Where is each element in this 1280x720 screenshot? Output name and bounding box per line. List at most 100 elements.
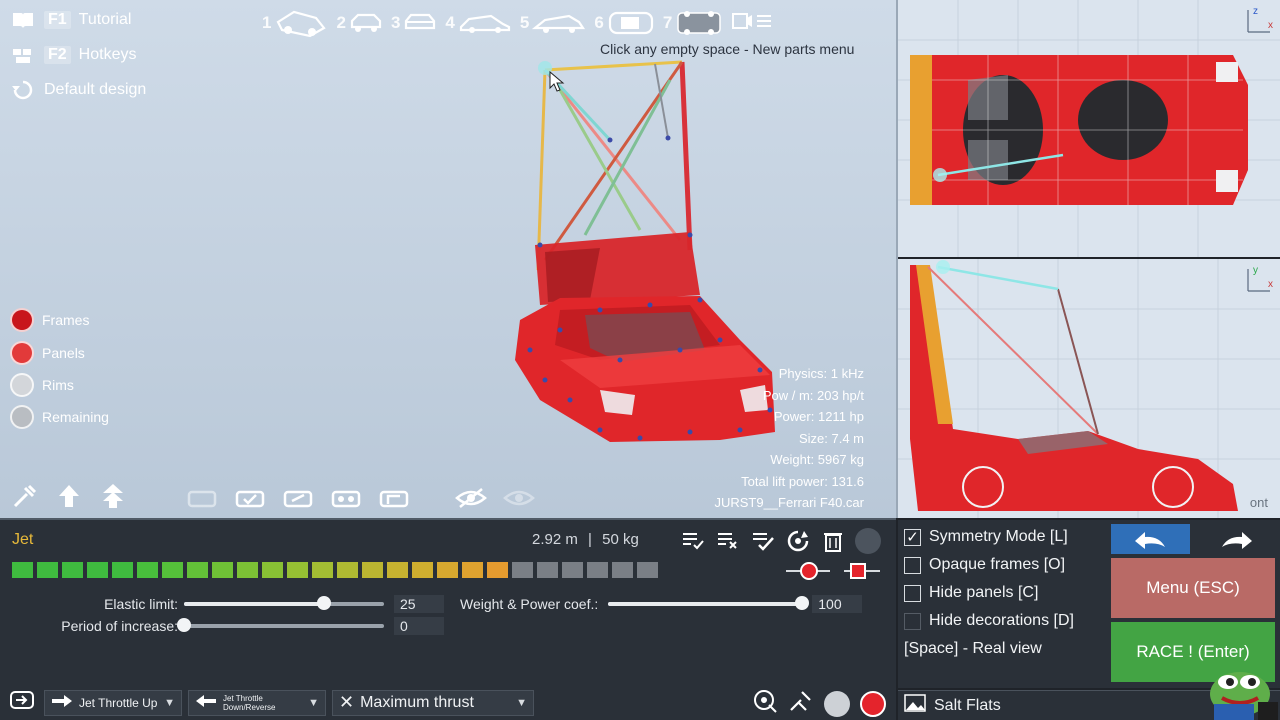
rotate-icon[interactable]: [785, 528, 811, 554]
car-side-projection: y x: [898, 259, 1280, 518]
delete-icon[interactable]: [820, 528, 846, 554]
strength-segment: [162, 562, 183, 578]
view-tab-3[interactable]: 3: [391, 11, 437, 35]
hide-eye-icon[interactable]: [454, 484, 488, 512]
elastic-limit-fill: [184, 602, 324, 606]
symmetry-mode-checkbox[interactable]: ✓: [904, 528, 921, 546]
red-color-swatch[interactable]: [860, 690, 886, 717]
car-editor: F1 Tutorial F2 Hotkeys Default design 1 …: [0, 0, 1280, 720]
default-design-menu-item[interactable]: Default design: [10, 79, 146, 101]
weight-power-slider[interactable]: [608, 596, 810, 610]
show-eye-icon[interactable]: [502, 484, 536, 512]
strength-segment: [612, 562, 633, 578]
double-arrow-up-icon[interactable]: [96, 482, 130, 510]
elastic-limit-value[interactable]: 25: [394, 595, 444, 613]
weight-power-value[interactable]: 100: [812, 595, 863, 613]
stat-physics: Physics: 1 kHz: [778, 366, 864, 381]
chevron-down-icon: ▼: [516, 696, 527, 709]
paint-tools: [752, 688, 886, 719]
part-tool-4-icon[interactable]: [330, 484, 364, 512]
hide-panels-checkbox[interactable]: [904, 584, 921, 602]
stop-button[interactable]: [850, 563, 866, 579]
svg-text:z: z: [1253, 6, 1258, 17]
view-tab-2[interactable]: 2: [336, 11, 382, 35]
part-tool-5-icon[interactable]: [378, 484, 412, 512]
toggle-view-icon[interactable]: [731, 10, 773, 37]
paint-reset-icon[interactable]: [752, 688, 778, 719]
strength-segment: [587, 562, 608, 578]
hide-decorations-option[interactable]: Hide decorations [D]: [904, 612, 1074, 630]
grey-color-swatch[interactable]: [824, 690, 850, 717]
side-ortho-view[interactable]: y x ont: [898, 259, 1280, 518]
tutorial-key: F1: [44, 11, 71, 29]
undo-button[interactable]: [1111, 524, 1190, 554]
strength-segment: [362, 562, 383, 578]
throttle-down-select[interactable]: Jet Throttle Down/Reverse ▼: [188, 689, 326, 716]
brush-icon[interactable]: [788, 688, 814, 719]
strength-segment: [312, 562, 333, 578]
strength-segment: [437, 562, 458, 578]
select-all-icon[interactable]: [680, 528, 706, 554]
period-of-increase-slider[interactable]: [177, 618, 384, 632]
remaining-color-dot: [10, 405, 34, 429]
strength-segment: [337, 562, 358, 578]
elastic-limit-label: Elastic limit:: [104, 596, 178, 612]
view-tab-5[interactable]: 5: [520, 11, 586, 35]
top-ortho-view[interactable]: z x: [898, 0, 1280, 257]
legend-panels[interactable]: Panels: [10, 341, 85, 365]
part-length: 2.92 m: [532, 531, 578, 548]
legend-frames-label: Frames: [42, 312, 90, 328]
opaque-frames-checkbox[interactable]: [904, 556, 921, 574]
edit-tools: [8, 482, 130, 510]
record-button[interactable]: [800, 562, 818, 580]
symmetry-mode-option[interactable]: ✓ Symmetry Mode [L]: [904, 528, 1068, 546]
enter-vehicle-icon[interactable]: [8, 688, 38, 717]
hide-decorations-label: Hide decorations [D]: [929, 612, 1074, 629]
hotkeys-label: Hotkeys: [78, 46, 137, 63]
period-of-increase-value[interactable]: 0: [394, 617, 444, 635]
legend-remaining[interactable]: Remaining: [10, 405, 109, 429]
default-design-label: Default design: [44, 81, 147, 98]
elastic-limit-slider[interactable]: [184, 596, 384, 610]
part-tools: [186, 484, 536, 512]
undo-arrow-icon: [1134, 532, 1165, 549]
frog-emote: [1200, 664, 1280, 720]
right-arrow-icon: [51, 694, 73, 711]
view-tab-1[interactable]: 1: [262, 8, 328, 38]
throttle-down-line-1: Jet Throttle: [223, 693, 263, 703]
legend-rims[interactable]: Rims: [10, 373, 74, 397]
legend-frames[interactable]: Frames: [10, 308, 89, 332]
redo-button[interactable]: [1196, 524, 1275, 554]
view-tab-4[interactable]: 4: [445, 11, 511, 35]
deselect-icon[interactable]: [715, 528, 741, 554]
reset-icon: [10, 79, 36, 101]
part-option-button[interactable]: [855, 528, 881, 554]
hotkeys-menu-item[interactable]: F2 Hotkeys: [10, 44, 136, 66]
part-tool-2-icon[interactable]: [234, 484, 268, 512]
view-tab-7[interactable]: 7: [663, 9, 723, 37]
apply-icon[interactable]: [750, 528, 776, 554]
thrust-mode-select[interactable]: ✕ Maximum thrust ▼: [332, 689, 534, 716]
hide-decorations-checkbox[interactable]: [904, 612, 921, 630]
elastic-limit-knob[interactable]: [317, 596, 331, 610]
hotkeys-key: F2: [44, 46, 71, 64]
car-view-5-icon: [532, 14, 586, 33]
real-view-label: [Space] - Real view: [904, 640, 1042, 657]
wrench-icon[interactable]: [8, 482, 42, 510]
part-tool-3-icon[interactable]: [282, 484, 316, 512]
view-tab-6[interactable]: 6: [594, 9, 654, 37]
part-tool-1-icon[interactable]: [186, 484, 220, 512]
period-of-increase-knob[interactable]: [177, 618, 191, 632]
main-3d-viewport[interactable]: F1 Tutorial F2 Hotkeys Default design 1 …: [0, 0, 896, 518]
arrow-up-icon[interactable]: [52, 482, 86, 510]
tutorial-menu-item[interactable]: F1 Tutorial: [10, 9, 131, 31]
strength-segment: [262, 562, 283, 578]
opaque-frames-option[interactable]: Opaque frames [O]: [904, 556, 1065, 574]
throttle-up-select[interactable]: Jet Throttle Up ▼: [44, 689, 182, 716]
panels-color-dot: [10, 341, 34, 365]
hide-panels-option[interactable]: Hide panels [C]: [904, 584, 1038, 602]
menu-button[interactable]: Menu (ESC): [1111, 558, 1275, 618]
chevron-down-icon: ▼: [164, 696, 175, 709]
keyboard-icon: [10, 44, 36, 66]
weight-power-knob[interactable]: [795, 596, 810, 610]
